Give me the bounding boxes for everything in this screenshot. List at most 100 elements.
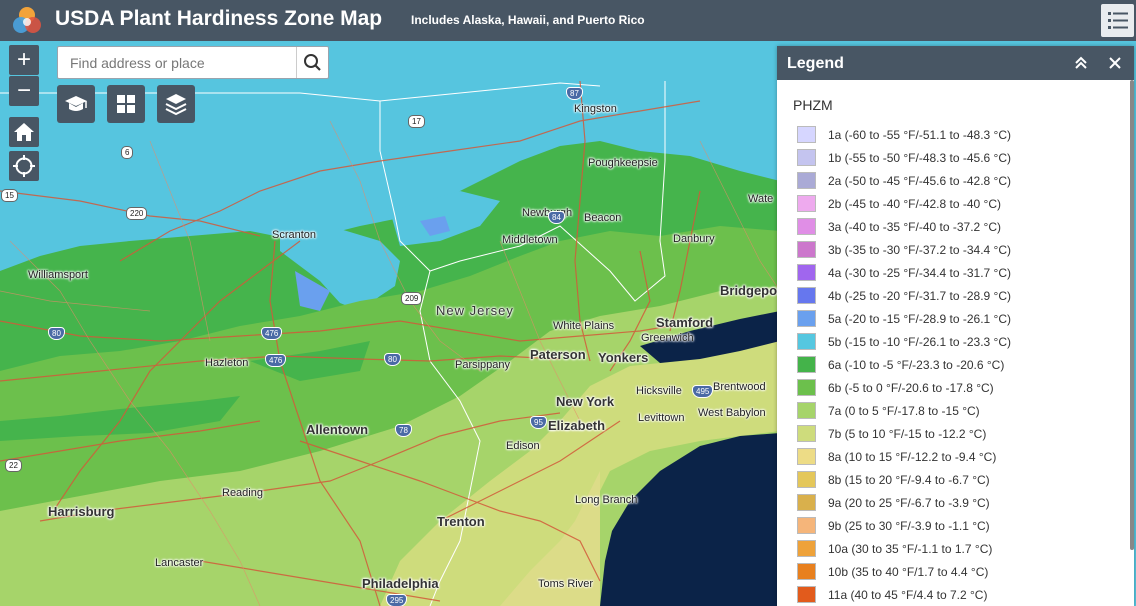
highway-shield: 17 bbox=[408, 115, 425, 128]
legend-swatch bbox=[797, 517, 816, 534]
about-button[interactable] bbox=[57, 85, 95, 123]
legend-item-label: 9a (20 to 25 °F/-6.7 to -3.9 °C) bbox=[828, 496, 990, 510]
legend-layer-name: PHZM bbox=[793, 97, 833, 113]
legend-title: Legend bbox=[787, 55, 844, 72]
app-header: USDA Plant Hardiness Zone Map Includes A… bbox=[0, 0, 1136, 41]
legend-swatch bbox=[797, 310, 816, 327]
legend-swatch bbox=[797, 586, 816, 603]
zoom-in-button[interactable]: + bbox=[9, 45, 39, 75]
place-label: Edison bbox=[506, 440, 540, 452]
legend-swatch bbox=[797, 379, 816, 396]
place-label: Lancaster bbox=[155, 557, 204, 569]
place-label: Long Branch bbox=[575, 494, 638, 506]
highway-shield: 476 bbox=[265, 354, 287, 367]
place-label: Greenwich bbox=[641, 332, 694, 344]
legend-scrollbar[interactable] bbox=[1130, 80, 1134, 550]
app-logo-icon bbox=[13, 7, 41, 33]
search-input[interactable] bbox=[58, 47, 296, 78]
layers-icon bbox=[165, 94, 187, 116]
locate-button[interactable] bbox=[9, 151, 39, 181]
place-label: Parsippany bbox=[455, 359, 511, 371]
place-label: Allentown bbox=[306, 422, 369, 437]
list-icon bbox=[1108, 12, 1128, 29]
legend-item: 4b (-25 to -20 °F/-31.7 to -28.9 °C) bbox=[797, 285, 1117, 307]
legend-item: 3b (-35 to -30 °F/-37.2 to -34.4 °C) bbox=[797, 239, 1117, 261]
place-label: Hicksville bbox=[636, 385, 682, 397]
legend-item: 8a (10 to 15 °F/-12.2 to -9.4 °C) bbox=[797, 446, 1117, 468]
legend-swatch bbox=[797, 333, 816, 350]
legend-swatch bbox=[797, 264, 816, 281]
place-label: Yonkers bbox=[598, 350, 649, 365]
grid-icon bbox=[117, 95, 135, 113]
legend-item-label: 7b (5 to 10 °F/-15 to -12.2 °C) bbox=[828, 427, 987, 441]
highway-shield: 15 bbox=[1, 189, 18, 202]
legend-swatch bbox=[797, 241, 816, 258]
legend-item-label: 4b (-25 to -20 °F/-31.7 to -28.9 °C) bbox=[828, 289, 1012, 303]
legend-item: 9a (20 to 25 °F/-6.7 to -3.9 °C) bbox=[797, 492, 1117, 514]
legend-item: 3a (-40 to -35 °F/-40 to -37.2 °C) bbox=[797, 216, 1117, 238]
legend-item-label: 3b (-35 to -30 °F/-37.2 to -34.4 °C) bbox=[828, 243, 1012, 257]
legend-item-label: 10a (30 to 35 °F/-1.1 to 1.7 °C) bbox=[828, 542, 993, 556]
place-label: Beacon bbox=[584, 212, 622, 224]
legend-item: 9b (25 to 30 °F/-3.9 to -1.1 °C) bbox=[797, 515, 1117, 537]
place-label: Harrisburg bbox=[48, 504, 115, 519]
legend-item-label: 6a (-10 to -5 °F/-23.3 to -20.6 °C) bbox=[828, 358, 1005, 372]
legend-item: 7a (0 to 5 °F/-17.8 to -15 °C) bbox=[797, 400, 1117, 422]
legend-item: 7b (5 to 10 °F/-15 to -12.2 °C) bbox=[797, 423, 1117, 445]
legend-item: 11a (40 to 45 °F/4.4 to 7.2 °C) bbox=[797, 584, 1117, 606]
legend-item-label: 1b (-55 to -50 °F/-48.3 to -45.6 °C) bbox=[828, 151, 1012, 165]
highway-shield: 209 bbox=[401, 292, 423, 305]
legend-item-label: 9b (25 to 30 °F/-3.9 to -1.1 °C) bbox=[828, 519, 990, 533]
app-subtitle: Includes Alaska, Hawaii, and Puerto Rico bbox=[411, 13, 645, 27]
highway-shield: 220 bbox=[126, 207, 148, 220]
zoom-out-button[interactable]: − bbox=[9, 76, 39, 106]
legend-swatch bbox=[797, 448, 816, 465]
legend-item: 1b (-55 to -50 °F/-48.3 to -45.6 °C) bbox=[797, 147, 1117, 169]
legend-item-label: 8b (15 to 20 °F/-9.4 to -6.7 °C) bbox=[828, 473, 990, 487]
search-box bbox=[57, 46, 329, 79]
legend-swatch bbox=[797, 126, 816, 143]
legend-item-label: 6b (-5 to 0 °F/-20.6 to -17.8 °C) bbox=[828, 381, 994, 395]
legend-swatch bbox=[797, 149, 816, 166]
search-button[interactable] bbox=[296, 47, 328, 78]
legend-swatch bbox=[797, 195, 816, 212]
place-label: Wate bbox=[748, 193, 774, 205]
legend-swatch bbox=[797, 218, 816, 235]
place-label: Paterson bbox=[530, 347, 586, 362]
legend-item-label: 8a (10 to 15 °F/-12.2 to -9.4 °C) bbox=[828, 450, 997, 464]
legend-item: 8b (15 to 20 °F/-9.4 to -6.7 °C) bbox=[797, 469, 1117, 491]
close-icon[interactable] bbox=[1108, 56, 1122, 70]
place-label: Middletown bbox=[502, 234, 558, 246]
highway-shield: 476 bbox=[261, 327, 283, 340]
legend-item-label: 10b (35 to 40 °F/1.7 to 4.4 °C) bbox=[828, 565, 989, 579]
legend-swatch bbox=[797, 425, 816, 442]
place-label: Poughkeepsie bbox=[588, 157, 658, 169]
highway-shield: 22 bbox=[5, 459, 22, 472]
highway-shield: 295 bbox=[386, 594, 408, 606]
app-title: USDA Plant Hardiness Zone Map bbox=[55, 7, 383, 30]
place-label: Elizabeth bbox=[548, 418, 606, 433]
place-label: Levittown bbox=[638, 412, 685, 424]
place-label: New York bbox=[556, 394, 615, 409]
legend-item: 1a (-60 to -55 °F/-51.1 to -48.3 °C) bbox=[797, 124, 1117, 146]
legend-item-label: 2a (-50 to -45 °F/-45.6 to -42.8 °C) bbox=[828, 174, 1012, 188]
place-label: Reading bbox=[222, 487, 263, 499]
legend-item: 5b (-15 to -10 °F/-26.1 to -23.3 °C) bbox=[797, 331, 1117, 353]
basemap-gallery-button[interactable] bbox=[107, 85, 145, 123]
legend-swatch bbox=[797, 287, 816, 304]
crosshair-icon bbox=[13, 155, 35, 177]
home-button[interactable] bbox=[9, 117, 39, 147]
legend-swatch bbox=[797, 402, 816, 419]
collapse-icon[interactable] bbox=[1073, 55, 1089, 71]
legend-swatch bbox=[797, 494, 816, 511]
legend-item-label: 5b (-15 to -10 °F/-26.1 to -23.3 °C) bbox=[828, 335, 1012, 349]
place-label: Kingston bbox=[574, 103, 617, 115]
legend-item-label: 5a (-20 to -15 °F/-28.9 to -26.1 °C) bbox=[828, 312, 1012, 326]
place-label: Danbury bbox=[673, 233, 715, 245]
legend-item-label: 4a (-30 to -25 °F/-34.4 to -31.7 °C) bbox=[828, 266, 1012, 280]
legend-panel: Legend PHZM 1a (-60 to -55 °F/-51.1 to -… bbox=[777, 46, 1134, 606]
legend-toggle-button[interactable] bbox=[1101, 4, 1134, 37]
layer-list-button[interactable] bbox=[157, 85, 195, 123]
legend-swatch bbox=[797, 471, 816, 488]
legend-item: 2a (-50 to -45 °F/-45.6 to -42.8 °C) bbox=[797, 170, 1117, 192]
